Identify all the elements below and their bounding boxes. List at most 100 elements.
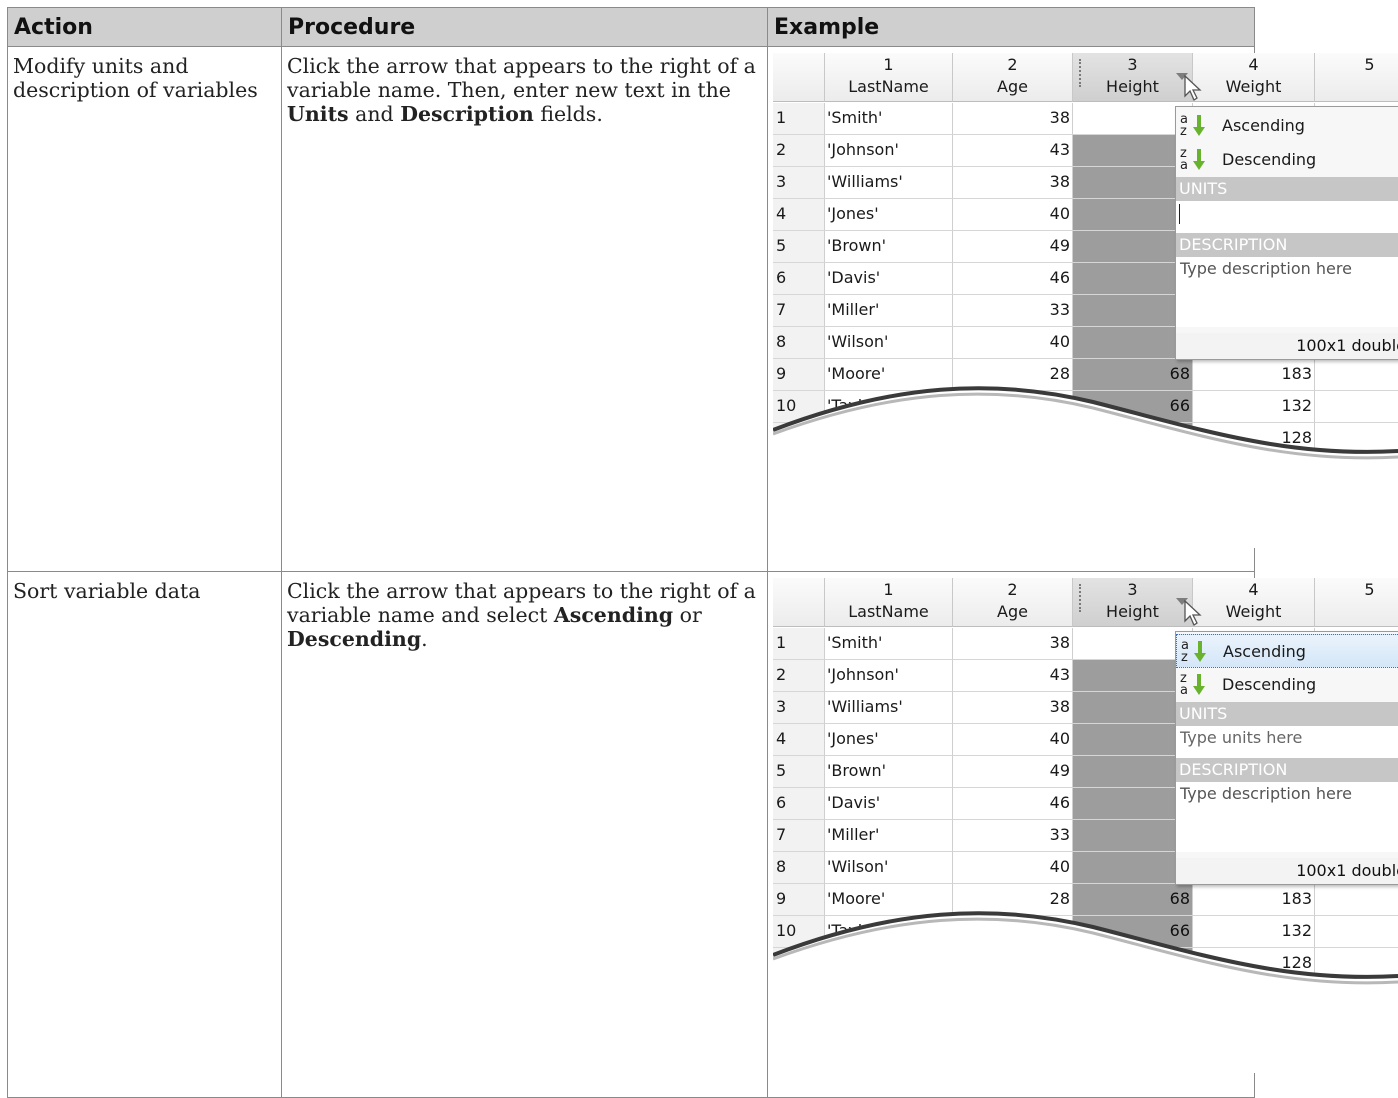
column-number: 3 [1127,580,1138,599]
column-context-menu: az Ascending za Descending UNITS DESCRIP… [1175,106,1398,360]
procedure-bold-units: Units [287,102,349,126]
cell-lastname[interactable]: 'Williams' [825,167,953,199]
menu-item-label: Descending [1222,675,1317,694]
column-number: 4 [1248,55,1259,74]
mouse-pointer-icon [1184,599,1202,626]
row-index-cell: 7 [773,820,825,852]
column-number: 3 [1127,55,1138,74]
example-cell: 1 LastName 2 Age 3 Height 4 Weight 5 1 'Smith… [767,46,1398,572]
row-index-cell: 1 [773,628,825,660]
sort-ascending-icon: az [1180,113,1216,139]
column-number: 1 [883,580,894,599]
torn-edge-decoration [773,386,1398,548]
cell-lastname[interactable]: 'Smith' [825,103,953,135]
action-text: Sort variable data [13,579,201,603]
cell-lastname[interactable]: 'Miller' [825,820,953,852]
column-name: Age [997,602,1028,621]
sort-icon-letter: z [1180,124,1187,139]
menu-item-descending[interactable]: za Descending [1176,668,1398,702]
cell-lastname[interactable]: 'Brown' [825,756,953,788]
cell-lastname[interactable]: 'Brown' [825,231,953,263]
cell-age[interactable]: 40 [953,724,1073,756]
cell-age[interactable]: 43 [953,660,1073,692]
sort-descending-icon: za [1180,672,1216,698]
menu-item-descending[interactable]: za Descending [1176,143,1398,177]
cell-age[interactable]: 46 [953,788,1073,820]
column-number: 1 [883,55,894,74]
cell-age[interactable]: 38 [953,692,1073,724]
column-header-5[interactable]: 5 [1315,578,1398,627]
header-procedure: Procedure [281,7,768,47]
column-header-5[interactable]: 5 [1315,53,1398,102]
sort-icon-letter: z [1181,650,1188,665]
column-resize-grip-icon[interactable] [1079,59,1082,87]
menu-item-label: Ascending [1223,642,1306,661]
column-name: Height [1106,602,1159,621]
cell-age[interactable]: 33 [953,295,1073,327]
column-name: LastName [848,77,929,96]
procedure-text: Click the arrow that appears to the righ… [287,54,756,102]
table-header-row: Action Procedure Example [7,7,1255,47]
column-number: 5 [1364,55,1375,74]
procedure-bold-descending: Descending [287,627,422,651]
column-header-lastname[interactable]: 1 LastName [825,53,953,102]
cell-lastname[interactable]: 'Wilson' [825,852,953,884]
cell-age[interactable]: 38 [953,628,1073,660]
cell-age[interactable]: 49 [953,756,1073,788]
description-field[interactable]: Type description here [1176,782,1398,852]
cell-age[interactable]: 40 [953,327,1073,359]
description-section-header: DESCRIPTION [1176,758,1398,782]
procedure-cell: Click the arrow that appears to the righ… [281,571,768,1098]
column-number: 5 [1364,580,1375,599]
cell-lastname[interactable]: 'Johnson' [825,660,953,692]
menu-item-ascending[interactable]: az Ascending [1176,109,1398,143]
column-name: LastName [848,602,929,621]
description-section-header: DESCRIPTION [1176,233,1398,257]
cell-age[interactable]: 49 [953,231,1073,263]
column-number: 4 [1248,580,1259,599]
row-index-cell: 3 [773,692,825,724]
action-cell: Sort variable data [7,571,282,1098]
cell-lastname[interactable]: 'Davis' [825,263,953,295]
cell-lastname[interactable]: 'Williams' [825,692,953,724]
cell-lastname[interactable]: 'Jones' [825,724,953,756]
cell-lastname[interactable]: 'Smith' [825,628,953,660]
procedure-text: . [421,627,428,651]
cell-lastname[interactable]: 'Johnson' [825,135,953,167]
cell-lastname[interactable]: 'Miller' [825,295,953,327]
sort-icon-letter: a [1180,158,1188,173]
description-field[interactable]: Type description here [1176,257,1398,327]
row-index-cell: 6 [773,788,825,820]
column-name: Age [997,77,1028,96]
menu-item-ascending[interactable]: az Ascending [1176,634,1398,668]
column-header-age[interactable]: 2 Age [953,578,1073,627]
cell-age[interactable]: 40 [953,199,1073,231]
cell-age[interactable]: 38 [953,103,1073,135]
table-row: Sort variable data Click the arrow that … [7,571,1398,1098]
cell-lastname[interactable]: 'Jones' [825,199,953,231]
cell-age[interactable]: 43 [953,135,1073,167]
column-header-height[interactable]: 3 Height [1073,578,1193,627]
column-resize-grip-icon[interactable] [1079,584,1082,612]
row-index-cell: 4 [773,724,825,756]
cell-age[interactable]: 46 [953,263,1073,295]
cell-age[interactable]: 40 [953,852,1073,884]
column-header-age[interactable]: 2 Age [953,53,1073,102]
column-header-lastname[interactable]: 1 LastName [825,578,953,627]
column-header-height[interactable]: 3 Height [1073,53,1193,102]
cell-age[interactable]: 33 [953,820,1073,852]
cell-lastname[interactable]: 'Davis' [825,788,953,820]
procedure-cell: Click the arrow that appears to the righ… [281,46,768,572]
column-number: 2 [1007,580,1018,599]
action-cell: Modify units and description of variable… [7,46,282,572]
column-header-weight[interactable]: 4 Weight [1193,53,1315,102]
row-index-cell: 5 [773,756,825,788]
procedure-text: and [348,102,401,126]
procedure-bold-description: Description [400,102,534,126]
column-header-weight[interactable]: 4 Weight [1193,578,1315,627]
cell-lastname[interactable]: 'Wilson' [825,327,953,359]
cell-age[interactable]: 38 [953,167,1073,199]
grid-corner [773,53,825,102]
torn-edge-decoration [773,911,1398,1073]
row-index-cell: 1 [773,103,825,135]
